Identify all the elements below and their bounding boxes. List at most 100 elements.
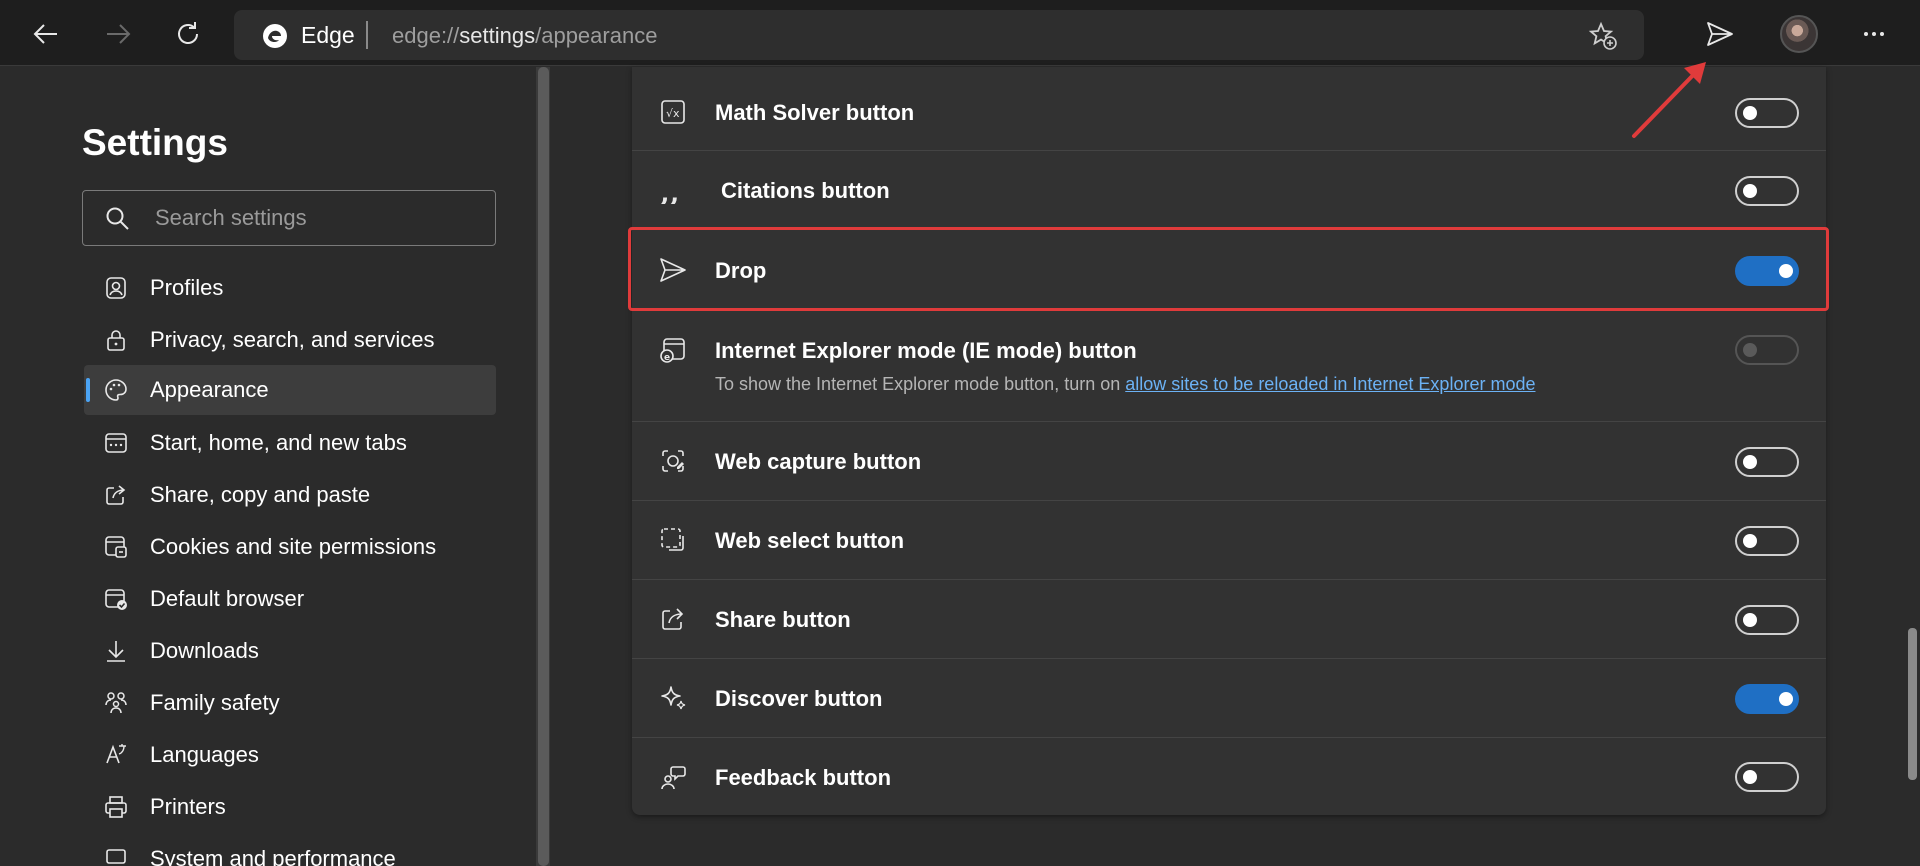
svg-text:,,: ,, [660, 176, 680, 204]
web-select-icon [658, 525, 688, 555]
sidebar-item-label: Start, home, and new tabs [150, 430, 407, 455]
sidebar-item-label: Printers [150, 794, 226, 819]
search-icon [106, 207, 129, 230]
profile-avatar[interactable] [1780, 15, 1818, 53]
feedback-toggle[interactable] [1735, 762, 1799, 792]
drop-highlight-box [628, 227, 1829, 311]
sidebar-item-default-browser[interactable]: Default browser [84, 574, 496, 624]
toggle-knob [1743, 343, 1757, 357]
refresh-button[interactable] [166, 12, 210, 56]
more-options-button[interactable] [1852, 12, 1896, 56]
math-solver-toggle[interactable] [1735, 98, 1799, 128]
sidebar-item-label: Default browser [150, 586, 305, 611]
sidebar-item-start-home[interactable]: Start, home, and new tabs [84, 418, 496, 468]
url-prefix: edge:// [392, 23, 460, 48]
search-box[interactable] [82, 190, 496, 246]
web-capture-toggle[interactable] [1735, 447, 1799, 477]
star-add-icon [1588, 21, 1617, 50]
sidebar-item-appearance[interactable]: Appearance [84, 365, 496, 415]
drop-toolbar-button[interactable] [1698, 12, 1742, 56]
toggle-knob [1743, 534, 1757, 548]
sidebar-item-label: Family safety [150, 690, 280, 715]
address-brand: Edge [301, 22, 355, 48]
refresh-icon [178, 22, 198, 44]
red-arrow-annotation [1632, 62, 1706, 138]
setting-label: Share button [715, 607, 851, 632]
address-separator [366, 21, 368, 49]
download-icon [107, 641, 125, 662]
sidebar-item-label: Languages [150, 742, 259, 767]
sidebar-item-label: System and performance [150, 846, 396, 866]
sidebar-item-downloads[interactable]: Downloads [84, 626, 496, 676]
sidebar-item-system[interactable]: System and performance [84, 834, 496, 866]
sidebar-item-label: Appearance [150, 377, 269, 402]
system-icon [106, 849, 126, 864]
sidebar-item-label: Downloads [150, 638, 259, 663]
setting-row-web-select: Web select button [632, 501, 1826, 580]
share-icon [106, 485, 126, 505]
ellipsis-icon [1864, 32, 1884, 36]
setting-label: Citations button [721, 178, 890, 203]
sidebar-item-share-copy[interactable]: Share, copy and paste [84, 470, 496, 520]
ie-mode-toggle[interactable] [1735, 335, 1799, 365]
sidebar-item-cookies[interactable]: Cookies and site permissions [84, 522, 496, 572]
back-button[interactable] [24, 12, 68, 56]
toggle-knob [1743, 455, 1757, 469]
setting-row-ie-mode: e Internet Explorer mode (IE mode) butto… [632, 311, 1826, 422]
languages-icon [106, 744, 126, 764]
setting-row-citations: ,, Citations button [632, 151, 1826, 230]
svg-text:e: e [664, 353, 670, 363]
lock-icon [107, 330, 125, 351]
back-arrow-icon [33, 24, 57, 44]
ie-mode-settings-link[interactable]: allow sites to be reloaded in Internet E… [1125, 374, 1535, 394]
url-host: settings [459, 23, 536, 48]
toggle-knob [1743, 613, 1757, 627]
sidebar-item-label: Profiles [150, 275, 224, 300]
setting-label: Discover button [715, 686, 883, 711]
setting-label: Feedback button [715, 765, 892, 790]
setting-label: Web select button [715, 528, 905, 553]
sidebar-scrollbar-thumb[interactable] [538, 67, 549, 866]
home-tabs-icon [105, 433, 127, 453]
send-icon [1707, 22, 1733, 46]
quote-icon: ,, [658, 175, 688, 205]
add-favorite-button[interactable] [1586, 20, 1620, 52]
web-capture-icon [658, 446, 688, 476]
share-toggle[interactable] [1735, 605, 1799, 635]
sidebar-item-profiles[interactable]: Profiles [84, 263, 496, 313]
palette-icon [105, 379, 127, 401]
address-url: edge://settings/appearance [392, 23, 657, 49]
svg-text:√x: √x [666, 107, 680, 120]
setting-row-web-capture: Web capture button [632, 422, 1826, 501]
forward-arrow-icon [107, 24, 131, 44]
math-solver-icon: √x [658, 97, 688, 127]
url-path: /appearance [535, 23, 658, 48]
ie-mode-icon: e [658, 335, 688, 365]
toolbar-buttons-panel: √x Math Solver button ,, Citations butto… [632, 67, 1826, 815]
browser-icon [105, 589, 127, 610]
setting-row-discover: Discover button [632, 659, 1826, 738]
search-input[interactable] [155, 199, 475, 237]
forward-button[interactable] [96, 12, 140, 56]
cookies-icon [105, 536, 127, 558]
sidebar-item-label: Share, copy and paste [150, 482, 371, 507]
edge-logo-icon [263, 24, 287, 48]
printer-icon [105, 796, 127, 818]
sidebar-item-family-safety[interactable]: Family safety [84, 678, 496, 728]
family-icon [105, 692, 127, 714]
toggle-knob [1779, 692, 1793, 706]
setting-label: Web capture button [715, 449, 922, 474]
sidebar-item-printers[interactable]: Printers [84, 782, 496, 832]
main-scrollbar-thumb[interactable] [1908, 628, 1917, 780]
web-select-toggle[interactable] [1735, 526, 1799, 556]
setting-row-share: Share button [632, 580, 1826, 659]
address-bar[interactable]: Edge edge://settings/appearance [234, 10, 1644, 60]
profile-icon [106, 277, 126, 299]
sidebar-item-privacy[interactable]: Privacy, search, and services [84, 315, 496, 365]
sparkle-icon [658, 683, 688, 713]
citations-toggle[interactable] [1735, 176, 1799, 206]
discover-toggle[interactable] [1735, 684, 1799, 714]
description-text: To show the Internet Explorer mode butto… [715, 374, 1126, 394]
sidebar-item-languages[interactable]: Languages [84, 730, 496, 780]
sidebar-item-label: Cookies and site permissions [150, 534, 437, 559]
